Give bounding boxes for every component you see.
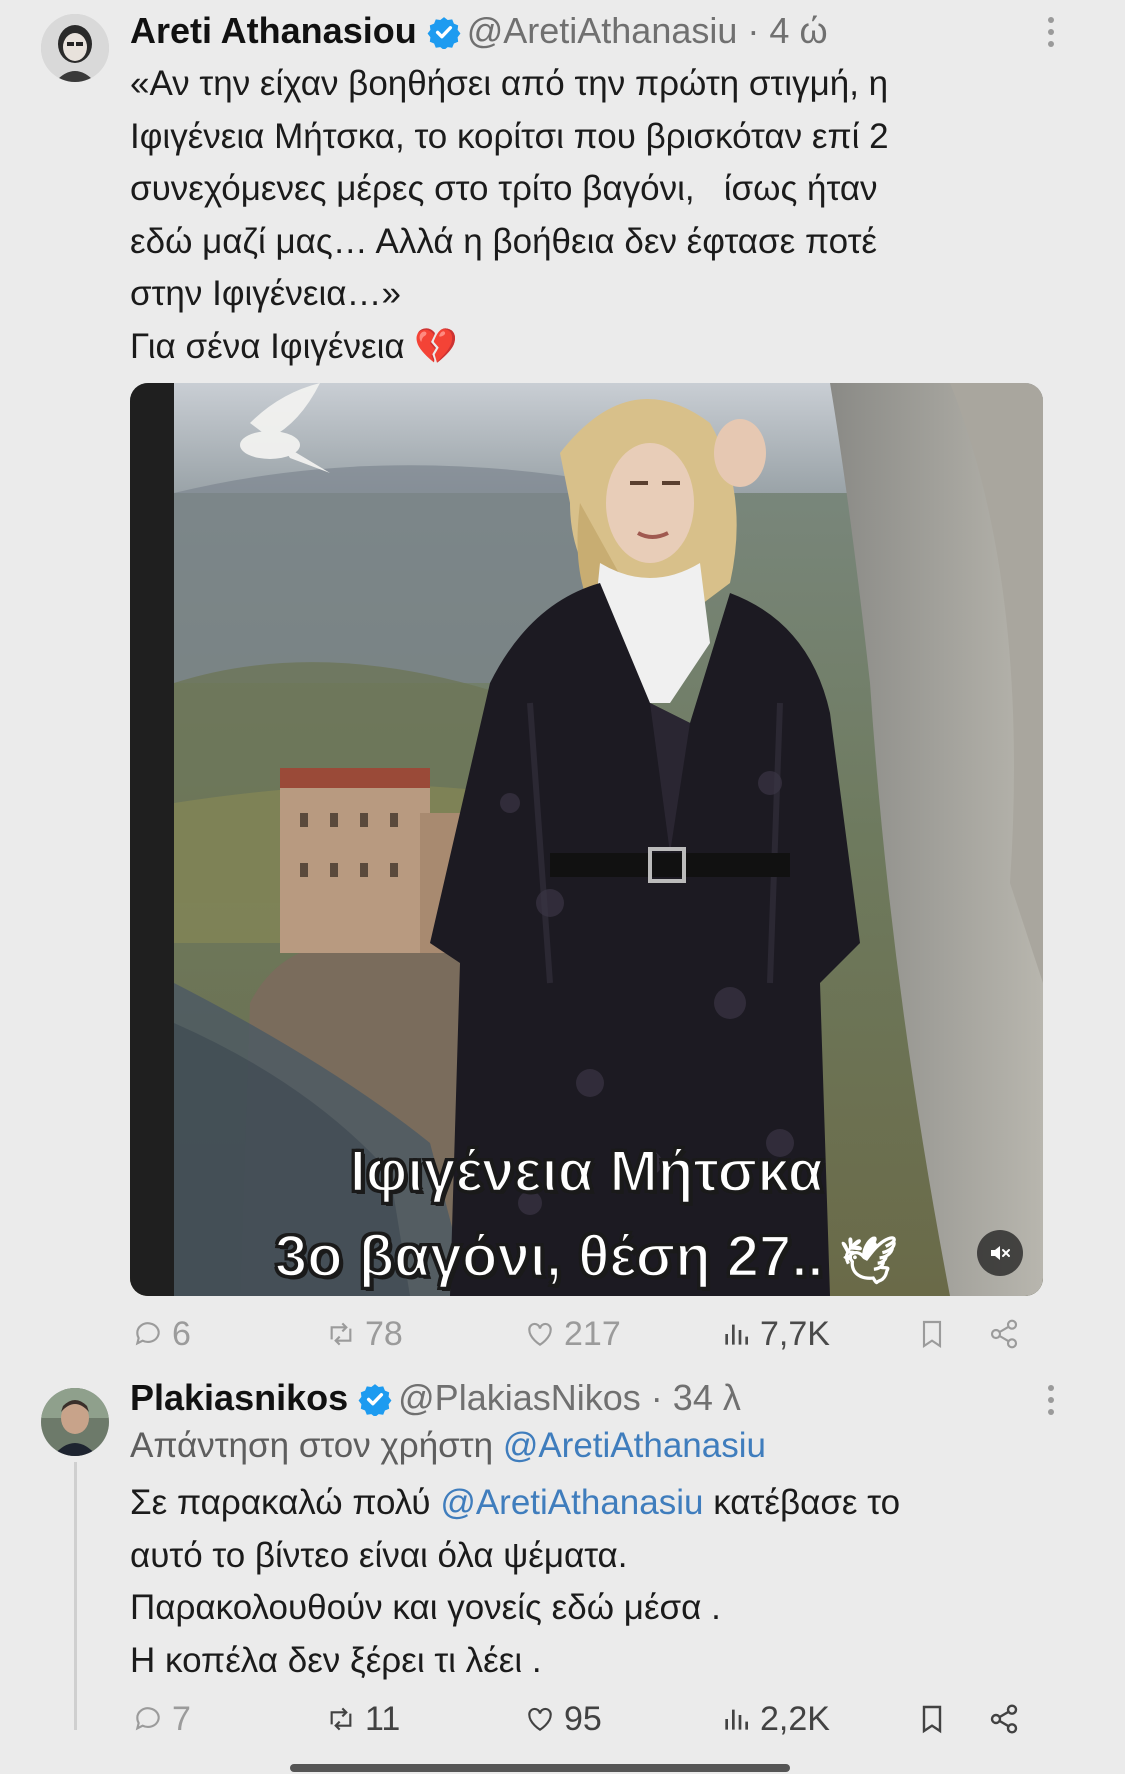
mention-link[interactable]: @AretiAthanasiu bbox=[440, 1483, 703, 1522]
handle[interactable]: @AretiAthanasiu bbox=[467, 10, 738, 51]
text-line: στην Ιφιγένεια…» bbox=[130, 274, 401, 313]
heart-icon bbox=[528, 1707, 552, 1731]
timestamp[interactable]: 34 λ bbox=[673, 1377, 741, 1418]
separator-dot: · bbox=[747, 10, 760, 51]
bookmark-icon bbox=[922, 1705, 942, 1734]
replying-to: Απάντηση στον χρήστη @AretiAthanasiu bbox=[130, 1420, 1010, 1473]
retweet-icon bbox=[330, 1322, 352, 1346]
text-line: «Αν την είχαν βοηθήσει από την πρώτη στι… bbox=[130, 64, 889, 103]
display-name[interactable]: Areti Athanasiou bbox=[130, 10, 417, 51]
text-line: εδώ μαζί μας… Αλλά η βοήθεια δεν έφτασε … bbox=[130, 221, 878, 261]
mute-button[interactable] bbox=[977, 1230, 1023, 1276]
avatar-areti[interactable] bbox=[41, 14, 109, 82]
reply-count: 6 bbox=[172, 1314, 191, 1353]
reply-icon bbox=[135, 1322, 160, 1346]
share-icon bbox=[990, 1319, 1018, 1349]
dedication-text: Για σένα Ιφιγένεια bbox=[130, 326, 405, 366]
view-count: 7,7K bbox=[760, 1314, 830, 1353]
views-button[interactable]: 2,2K bbox=[720, 1697, 830, 1741]
text-line: αυτό το βίντεο είναι όλα ψέματα. bbox=[130, 1535, 628, 1575]
like-button[interactable]: 95 bbox=[524, 1697, 602, 1741]
text-segment: κατέβασε το bbox=[713, 1483, 901, 1522]
tweet-1-actions: 6 78 217 7,7K bbox=[130, 1312, 1030, 1356]
like-button[interactable]: 217 bbox=[524, 1312, 621, 1356]
views-button[interactable]: 7,7K bbox=[720, 1312, 830, 1356]
verified-badge-icon bbox=[427, 17, 461, 49]
tweet-1-header: Areti Athanasiou @AretiAthanasiu · 4 ώ bbox=[130, 10, 828, 52]
home-indicator[interactable] bbox=[290, 1764, 790, 1772]
share-icon bbox=[990, 1704, 1018, 1734]
broken-heart-emoji: 💔 bbox=[414, 326, 458, 366]
video-caption-line-1: Ιφιγένεια Μήτσκα bbox=[348, 1138, 824, 1206]
reply-button[interactable]: 6 bbox=[132, 1312, 191, 1356]
heart-icon bbox=[528, 1322, 552, 1346]
reply-icon bbox=[135, 1707, 160, 1731]
more-options-icon[interactable] bbox=[1047, 1384, 1055, 1416]
timestamp[interactable]: 4 ώ bbox=[769, 10, 827, 51]
speaker-muted-icon bbox=[991, 1246, 1010, 1260]
handle[interactable]: @PlakiasNikos bbox=[398, 1377, 641, 1418]
text-line: Παρακολουθούν και γονείς εδώ μέσα . bbox=[130, 1588, 721, 1627]
retweet-button[interactable]: 78 bbox=[325, 1312, 403, 1356]
more-options-icon[interactable] bbox=[1047, 16, 1055, 48]
text-line: συνεχόμενες μέρες στο τρίτο βαγόνι, ίσως… bbox=[130, 169, 878, 208]
bookmark-button[interactable] bbox=[916, 1312, 956, 1356]
dedication-line: Για σένα Ιφιγένεια 💔 bbox=[130, 321, 1010, 374]
reply-count: 7 bbox=[172, 1699, 191, 1738]
replying-to-label: Απάντηση στον χρήστη bbox=[130, 1426, 494, 1465]
reply-button[interactable]: 7 bbox=[132, 1697, 191, 1741]
retweet-button[interactable]: 11 bbox=[325, 1697, 400, 1741]
view-count: 2,2K bbox=[760, 1699, 830, 1738]
caption-text: 3ο βαγόνι, θέση 27.. bbox=[274, 1223, 825, 1291]
like-count: 217 bbox=[564, 1314, 621, 1353]
text-line: Η κοπέλα δεν ξέρει τι λέει . bbox=[130, 1640, 542, 1680]
bookmark-icon bbox=[922, 1320, 942, 1348]
tweet-2-actions: 7 11 95 2,2K bbox=[130, 1697, 1030, 1741]
like-count: 95 bbox=[564, 1699, 602, 1738]
bar-chart-icon bbox=[725, 1324, 748, 1345]
bar-chart-icon bbox=[725, 1709, 748, 1730]
retweet-icon bbox=[330, 1707, 352, 1731]
bookmark-button[interactable] bbox=[916, 1697, 956, 1741]
tweet-1-text: «Αν την είχαν βοηθήσει από την πρώτη στι… bbox=[130, 58, 1010, 373]
text-line: Ιφιγένεια Μήτσκα, το κορίτσι που βρισκότ… bbox=[130, 116, 889, 156]
dove-emoji: 🕊 bbox=[839, 1234, 899, 1286]
text-line: Σε παρακαλώ πολύ @AretiAthanasiu κατέβασ… bbox=[130, 1477, 1010, 1530]
video-caption-line-2: 3ο βαγόνι, θέση 27.. 🕊 bbox=[130, 1223, 1043, 1291]
tweet-2-text: Σε παρακαλώ πολύ @AretiAthanasiu κατέβασ… bbox=[130, 1477, 1010, 1687]
replying-to-mention[interactable]: @AretiAthanasiu bbox=[503, 1426, 766, 1465]
tweet-2-header: Plakiasnikos @PlakiasNikos · 34 λ bbox=[130, 1377, 741, 1419]
share-button[interactable] bbox=[988, 1697, 1028, 1741]
verified-badge-icon bbox=[358, 1384, 392, 1416]
text-segment: Σε παρακαλώ πολύ bbox=[130, 1483, 431, 1522]
separator-dot: · bbox=[650, 1377, 663, 1418]
display-name[interactable]: Plakiasnikos bbox=[130, 1377, 348, 1418]
avatar-plakiasnikos[interactable] bbox=[41, 1388, 109, 1456]
thread-connector-line bbox=[74, 1462, 77, 1730]
share-button[interactable] bbox=[988, 1312, 1028, 1356]
retweet-count: 11 bbox=[365, 1699, 401, 1738]
video-player[interactable]: Ιφιγένεια Μήτσκα 3ο βαγόνι, θέση 27.. 🕊 bbox=[130, 383, 1043, 1296]
retweet-count: 78 bbox=[365, 1314, 403, 1353]
